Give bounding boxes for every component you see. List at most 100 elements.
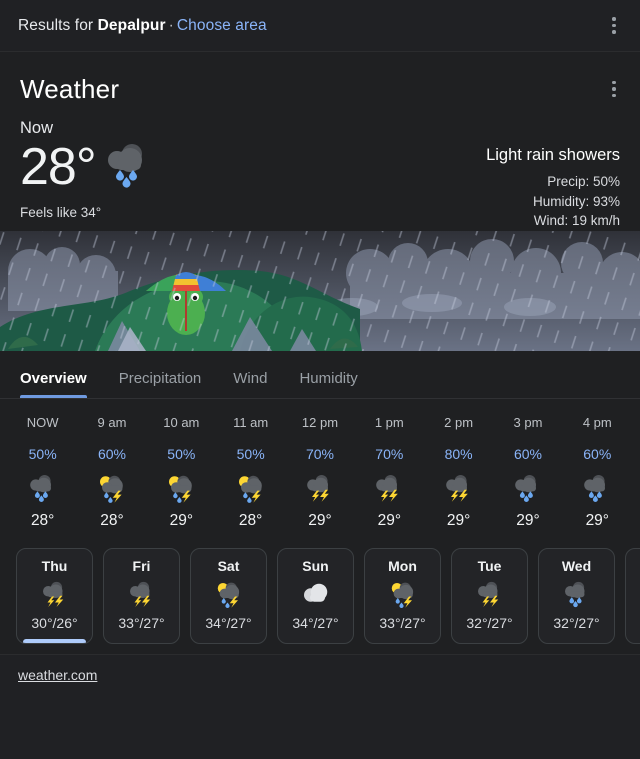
rain-cloud-icon xyxy=(493,472,562,506)
hourly-temp: 29° xyxy=(169,511,194,529)
cloud-thunder-icon xyxy=(127,578,157,612)
hourly-time: 10 am xyxy=(163,414,200,430)
hourly-temp: 29° xyxy=(377,511,402,529)
daily-day-label: Sun xyxy=(302,557,329,574)
daily-day-label: Mon xyxy=(388,557,417,574)
rain-cloud-icon xyxy=(562,578,592,612)
current-row: 28° Feels like 34° Light rain showers Pr… xyxy=(20,140,620,231)
daily-card[interactable]: Tue 32°/27° xyxy=(451,547,528,644)
daily-temps: 32°/27° xyxy=(466,614,513,631)
hourly-precip: 60% xyxy=(513,445,542,462)
weather-tabs: Overview Precipitation Wind Humidity xyxy=(0,350,640,399)
hourly-precip: 80% xyxy=(444,445,473,462)
now-label: Now xyxy=(20,119,54,137)
hourly-time: 9 am xyxy=(97,414,127,430)
topbar-kebab-menu-icon[interactable] xyxy=(602,11,626,41)
sun-cloud-rain-thunder-icon xyxy=(214,578,244,612)
daily-card[interactable]: Wed 32°/27° xyxy=(538,547,615,644)
daily-temps: 34°/27° xyxy=(292,614,339,631)
weather-card: Weather Now 28° Feels like 34° Light rai… xyxy=(0,52,640,685)
hourly-item[interactable]: NOW 50% 28° xyxy=(8,415,77,530)
weather-source-link[interactable]: weather.com xyxy=(18,667,97,683)
cloud-thunder-icon xyxy=(285,472,354,506)
cloud-icon xyxy=(301,578,331,612)
current-temperature: 28° xyxy=(20,138,97,196)
sun-cloud-rain-thunder-icon xyxy=(147,472,216,506)
hourly-temp: 29° xyxy=(585,511,610,529)
hourly-temp: 28° xyxy=(100,511,124,529)
hourly-precip: 70% xyxy=(305,445,334,462)
hourly-temp: 28° xyxy=(30,511,55,529)
hourly-precip: 60% xyxy=(583,445,612,462)
hourly-precip: 50% xyxy=(167,445,196,462)
current-details: Light rain showers Precip: 50% Humidity:… xyxy=(486,140,620,231)
hourly-time: NOW xyxy=(26,414,59,430)
daily-card[interactable]: Thu 33°/27° xyxy=(625,547,640,644)
results-separator: · xyxy=(168,16,174,34)
hourly-item[interactable]: 1 pm 70% 29° xyxy=(355,415,424,530)
results-location: Depalpur xyxy=(97,16,166,34)
results-topbar: Results for Depalpur · Choose area xyxy=(0,0,640,52)
hourly-temp: 29° xyxy=(446,511,471,529)
daily-day-label: Sat xyxy=(217,557,240,574)
sun-cloud-rain-thunder-icon xyxy=(216,472,285,506)
hourly-item[interactable]: 4 pm 60% 29° xyxy=(563,415,632,530)
cloud-thunder-icon xyxy=(424,472,493,506)
hourly-forecast: NOW 50% 28° 9 am 60% 28° 10 am 50% 29° 1… xyxy=(0,398,640,536)
daily-temps: 30°/26° xyxy=(31,614,78,631)
weather-illustration xyxy=(0,230,640,351)
humidity-value: Humidity: 93% xyxy=(532,193,620,209)
current-left: 28° Feels like 34° xyxy=(20,140,152,220)
daily-card[interactable]: Fri 33°/27° xyxy=(103,547,180,644)
tab-overview[interactable]: Overview xyxy=(20,370,87,398)
current-temp-line: 28° xyxy=(20,140,152,195)
hourly-precip: 50% xyxy=(28,445,57,462)
wind-value: Wind: 19 km/h xyxy=(533,213,620,229)
daily-day-label: Thu xyxy=(41,557,68,574)
weather-card-kebab-menu-icon[interactable] xyxy=(602,74,626,104)
sun-cloud-rain-thunder-icon xyxy=(77,472,146,506)
tab-precipitation[interactable]: Precipitation xyxy=(119,370,202,398)
hourly-item[interactable]: 3 pm 60% 29° xyxy=(493,415,562,530)
daily-card[interactable]: Sun 34°/27° xyxy=(277,547,354,644)
rainy-frog-scene xyxy=(0,230,640,351)
current-conditions: Now 28° Feels like 34° Light rain shower… xyxy=(0,105,640,231)
hourly-item[interactable]: 10 am 50% 29° xyxy=(147,415,216,530)
hourly-time: 12 pm xyxy=(301,414,339,430)
hourly-item[interactable]: 9 am 60% 28° xyxy=(77,415,146,530)
daily-temps: 33°/27° xyxy=(379,614,426,631)
source-footer: weather.com xyxy=(0,654,640,685)
cloud-thunder-icon xyxy=(40,578,70,612)
hourly-item[interactable]: 2 pm 80% 29° xyxy=(424,415,493,530)
choose-area-link[interactable]: Choose area xyxy=(177,17,267,34)
daily-card[interactable]: Thu 30°/26° xyxy=(16,547,93,644)
rain-cloud-icon xyxy=(8,472,77,506)
results-prefix: Results for xyxy=(18,16,94,34)
daily-card[interactable]: Sat 34°/27° xyxy=(190,547,267,644)
tab-wind[interactable]: Wind xyxy=(233,370,267,398)
hourly-precip: 70% xyxy=(375,445,404,462)
daily-day-label: Wed xyxy=(561,557,592,574)
hourly-time: 1 pm xyxy=(374,414,404,430)
daily-temps: 33°/27° xyxy=(118,614,165,631)
feels-like: Feels like 34° xyxy=(20,204,102,220)
daily-day-label: Fri xyxy=(132,557,151,574)
cloud-thunder-icon xyxy=(355,472,424,506)
hourly-time: 2 pm xyxy=(444,414,474,430)
condition-text: Light rain showers xyxy=(486,146,620,164)
daily-forecast: Thu 30°/26° Fri 33°/27° Sat 34°/27° Sun … xyxy=(0,535,640,654)
hourly-precip: 60% xyxy=(97,445,126,462)
hourly-temp: 29° xyxy=(516,511,540,529)
precip-value: Precip: 50% xyxy=(547,174,620,189)
tab-humidity[interactable]: Humidity xyxy=(299,370,357,398)
hourly-time: 11 am xyxy=(233,414,269,430)
hourly-temp: 28° xyxy=(238,511,263,529)
sun-cloud-rain-thunder-icon xyxy=(388,578,418,612)
hourly-time: 4 pm xyxy=(582,414,612,430)
hourly-item[interactable]: 11 am 50% 28° xyxy=(216,415,285,530)
cloud-thunder-icon xyxy=(475,578,505,612)
hourly-item[interactable]: 12 pm 70% 29° xyxy=(285,415,354,530)
daily-day-label: Tue xyxy=(477,557,502,574)
hourly-precip: 50% xyxy=(236,445,265,462)
daily-card[interactable]: Mon 33°/27° xyxy=(364,547,441,644)
